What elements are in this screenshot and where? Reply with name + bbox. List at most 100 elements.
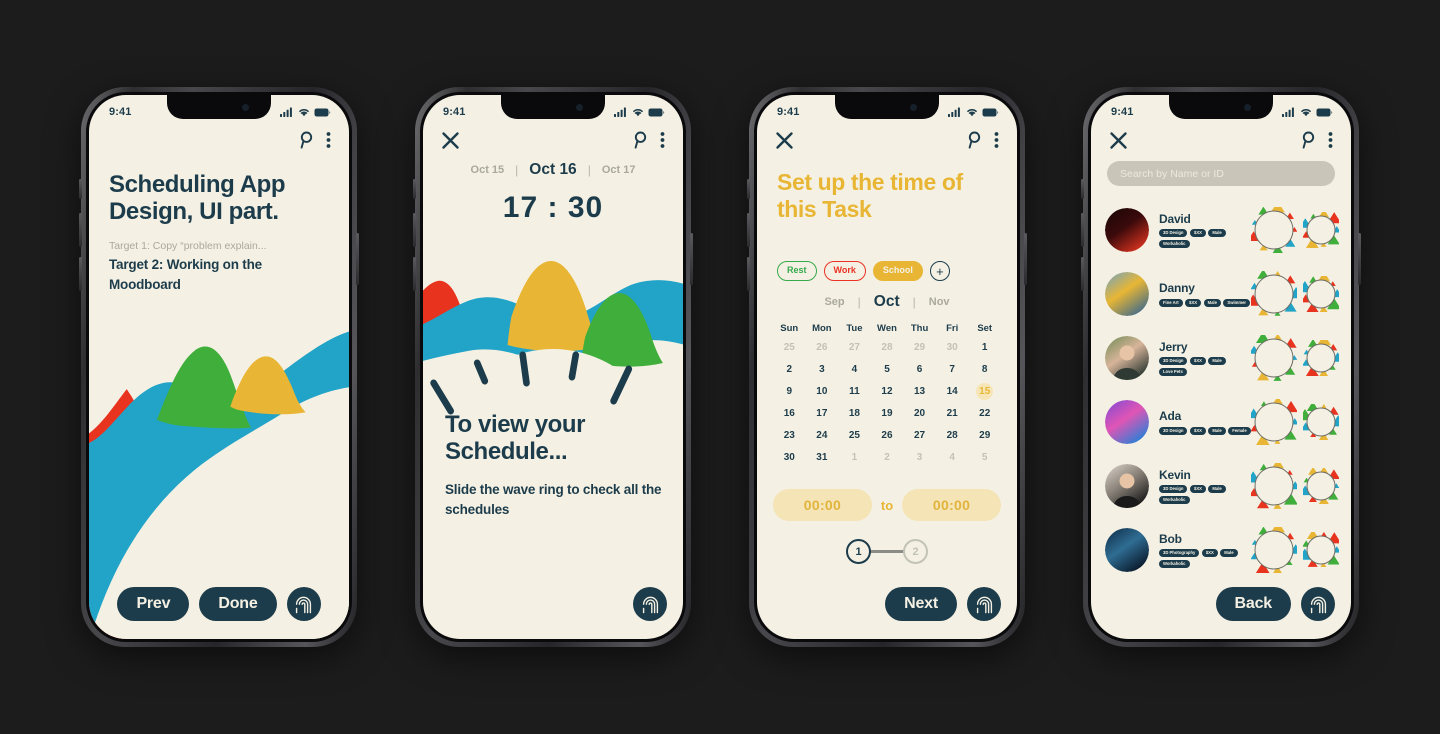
calendar-day-30[interactable]: 30 [773,449,806,466]
chip-work[interactable]: Work [823,261,866,281]
avatar[interactable] [1105,400,1149,444]
calendar-day-25-adjacent[interactable]: 25 [773,339,806,356]
calendar-day-24[interactable]: 24 [806,427,839,444]
calendar-day-18[interactable]: 18 [838,405,871,422]
back-button[interactable]: Back [1215,587,1291,621]
search-icon[interactable] [1301,131,1317,149]
calendar-day-6[interactable]: 6 [903,361,936,378]
contacts-list[interactable]: David 3D Design $XX Male Workaholic Danny Fine… [1105,198,1339,583]
contact-row[interactable]: Kevin 3D Design $XX Male Workaholic [1105,454,1339,518]
calendar-day-11[interactable]: 11 [838,383,871,400]
chip-school[interactable]: School [872,261,923,281]
close-icon[interactable] [775,131,794,150]
date-option-next[interactable]: Oct 17 [602,164,636,176]
silent-switch[interactable] [747,179,750,199]
calendar-day-5[interactable]: 5 [871,361,904,378]
calendar-day-1[interactable]: 1 [968,339,1001,356]
volume-up-button[interactable] [79,213,82,247]
time-start-field[interactable]: 00:00 [773,489,872,521]
power-button[interactable] [690,233,693,285]
calendar-day-19[interactable]: 19 [871,405,904,422]
calendar-day-8[interactable]: 8 [968,361,1001,378]
calendar-day-25[interactable]: 25 [838,427,871,444]
contact-row[interactable]: Ada 3D Design $XX Male Female [1105,390,1339,454]
contact-activity-rings[interactable] [1251,207,1339,253]
fingerprint-button[interactable] [1301,587,1335,621]
search-input[interactable] [1120,167,1322,180]
calendar-day-13[interactable]: 13 [903,383,936,400]
calendar-day-2-adjacent[interactable]: 2 [871,449,904,466]
search-icon[interactable] [967,131,983,149]
calendar-day-27-adjacent[interactable]: 27 [838,339,871,356]
step-1[interactable]: 1 [846,539,871,564]
contact-row[interactable]: Danny Fine Art $XX Male Swimmer [1105,262,1339,326]
avatar[interactable] [1105,336,1149,380]
calendar-day-28[interactable]: 28 [936,427,969,444]
date-option-prev[interactable]: Oct 15 [471,164,505,176]
fingerprint-button[interactable] [286,587,321,621]
calendar-day-1-adjacent[interactable]: 1 [838,449,871,466]
time-end-field[interactable]: 00:00 [902,489,1001,521]
calendar-day-9[interactable]: 9 [773,383,806,400]
calendar-day-16[interactable]: 16 [773,405,806,422]
avatar[interactable] [1105,272,1149,316]
calendar-day-26[interactable]: 26 [871,427,904,444]
month-option-prev[interactable]: Sep [824,296,844,308]
calendar-day-29[interactable]: 29 [968,427,1001,444]
calendar-day-12[interactable]: 12 [871,383,904,400]
close-icon[interactable] [1109,131,1128,150]
done-button[interactable]: Done [199,587,277,621]
calendar-day-17[interactable]: 17 [806,405,839,422]
volume-up-button[interactable] [1081,213,1084,247]
volume-up-button[interactable] [747,213,750,247]
silent-switch[interactable] [413,179,416,199]
more-vertical-icon[interactable] [994,131,999,149]
more-vertical-icon[interactable] [1328,131,1333,149]
calendar-day-3-adjacent[interactable]: 3 [903,449,936,466]
calendar-day-4-adjacent[interactable]: 4 [936,449,969,466]
avatar[interactable] [1105,208,1149,252]
fingerprint-button[interactable] [967,587,1001,621]
contact-activity-rings[interactable] [1251,271,1339,317]
avatar[interactable] [1105,464,1149,508]
search-bar[interactable] [1107,161,1335,186]
volume-down-button[interactable] [747,257,750,291]
power-button[interactable] [1358,233,1361,285]
silent-switch[interactable] [79,179,82,199]
calendar-day-28-adjacent[interactable]: 28 [871,339,904,356]
search-icon[interactable] [633,131,649,149]
more-vertical-icon[interactable] [326,131,331,149]
contact-activity-rings[interactable] [1251,463,1339,509]
close-icon[interactable] [441,131,460,150]
contact-row[interactable]: David 3D Design $XX Male Workaholic [1105,198,1339,262]
next-button[interactable]: Next [885,587,957,621]
calendar-day-26-adjacent[interactable]: 26 [806,339,839,356]
prev-button[interactable]: Prev [117,587,190,621]
month-option-next[interactable]: Nov [929,296,950,308]
month-option-current[interactable]: Oct [874,293,900,311]
volume-down-button[interactable] [1081,257,1084,291]
calendar-day-21[interactable]: 21 [936,405,969,422]
power-button[interactable] [1024,233,1027,285]
power-button[interactable] [356,233,359,285]
calendar-day-4[interactable]: 4 [838,361,871,378]
calendar-day-30-adjacent[interactable]: 30 [936,339,969,356]
search-icon[interactable] [299,131,315,149]
calendar-day-15[interactable]: 15 [976,383,994,400]
calendar-day-23[interactable]: 23 [773,427,806,444]
calendar-day-2[interactable]: 2 [773,361,806,378]
contact-row[interactable]: Jerry 3D Design $XX Male Love Pets [1105,326,1339,390]
contact-row[interactable]: Bob 3D Photography $XX Male Workaholic [1105,518,1339,582]
calendar-day-29-adjacent[interactable]: 29 [903,339,936,356]
calendar-day-5-adjacent[interactable]: 5 [968,449,1001,466]
calendar-day-22[interactable]: 22 [968,405,1001,422]
calendar-day-31[interactable]: 31 [806,449,839,466]
more-vertical-icon[interactable] [660,131,665,149]
calendar-day-7[interactable]: 7 [936,361,969,378]
calendar-day-14[interactable]: 14 [936,383,969,400]
contact-activity-rings[interactable] [1251,399,1339,445]
fingerprint-button[interactable] [633,587,667,621]
calendar-day-20[interactable]: 20 [903,405,936,422]
chip-rest[interactable]: Rest [777,261,817,281]
volume-up-button[interactable] [413,213,416,247]
